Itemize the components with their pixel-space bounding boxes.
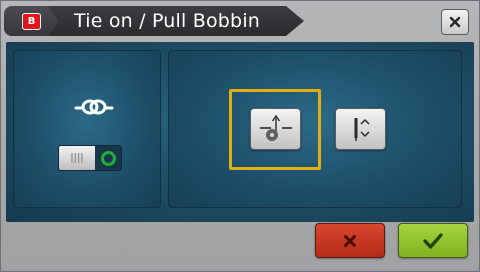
dialog-title: Tie on / Pull Bobbin [74, 10, 261, 32]
close-icon [449, 16, 461, 28]
tie-mode-toggle[interactable] [58, 145, 122, 171]
confirm-button[interactable] [398, 223, 468, 258]
checkmark-icon [423, 232, 443, 249]
ring-icon [100, 150, 116, 166]
knot-icon [74, 99, 114, 115]
toggle-option-ring[interactable] [95, 146, 121, 170]
pull-bobbin-button[interactable] [335, 108, 386, 150]
brand-logo: B [22, 13, 41, 30]
stitch-lines-icon [71, 153, 83, 163]
tie-on-icon [259, 114, 292, 141]
pull-bobbin-icon [354, 118, 370, 141]
cancel-x-icon [344, 234, 356, 247]
left-panel [13, 50, 161, 208]
cancel-button[interactable] [315, 223, 385, 258]
toggle-option-stitch[interactable] [59, 146, 95, 170]
tie-on-button[interactable] [250, 108, 301, 150]
close-button[interactable] [441, 9, 469, 35]
